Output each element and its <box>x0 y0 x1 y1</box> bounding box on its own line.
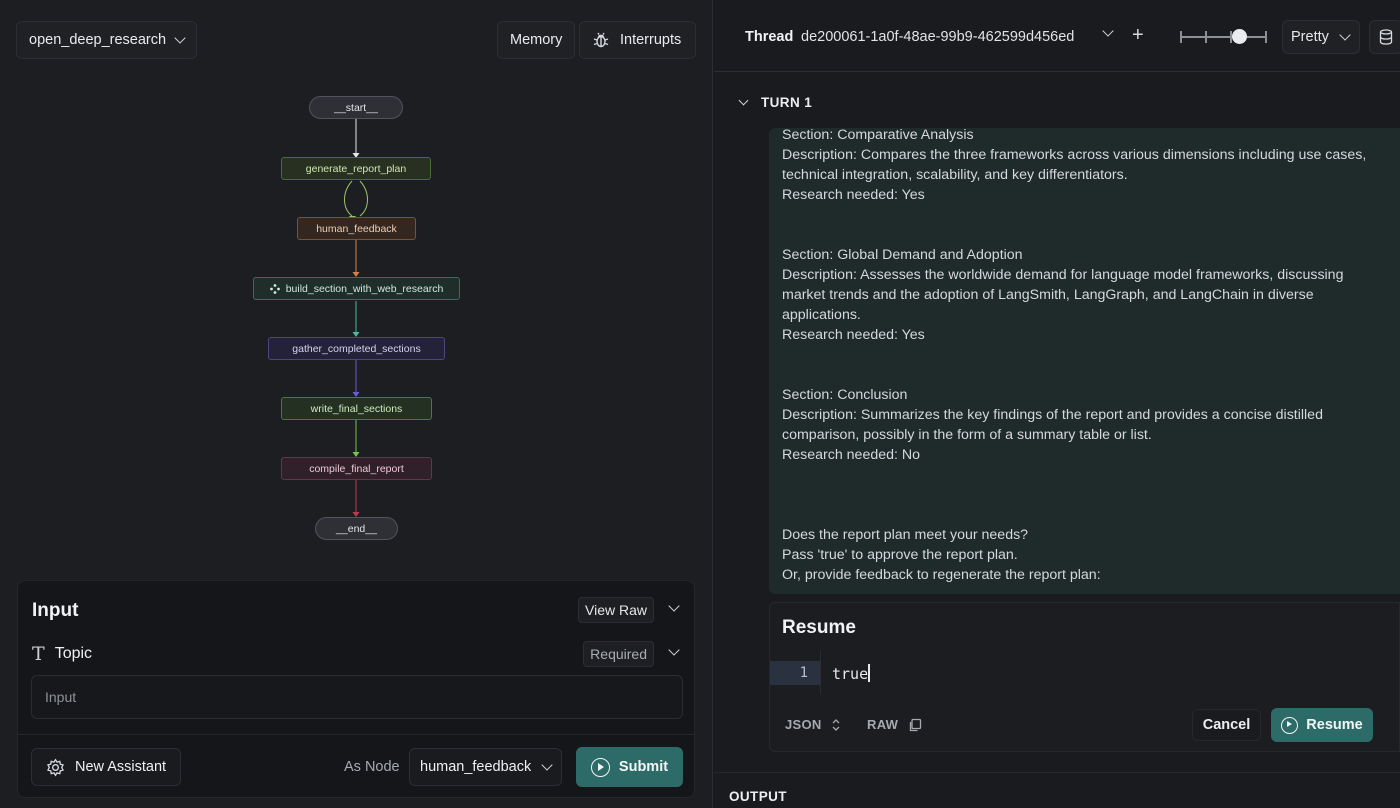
graph-node-write-final-sections[interactable]: write_final_sections <box>281 397 432 420</box>
interrupts-label: Interrupts <box>620 32 682 48</box>
resume-button[interactable]: Resume <box>1271 708 1373 742</box>
format-raw-label: RAW <box>867 717 899 732</box>
graph-node-end[interactable]: __end__ <box>315 517 398 540</box>
submit-label: Submit <box>618 759 669 775</box>
subgraph-icon <box>269 283 280 294</box>
thread-toolbar: Thread de200061-1a0f-48ae-99b9-462599d45… <box>714 0 1400 72</box>
graph-selector[interactable]: open_deep_research <box>16 21 198 59</box>
view-mode-value: Pretty <box>1291 29 1329 45</box>
database-icon <box>1379 29 1393 45</box>
text-caret <box>868 664 870 682</box>
graph-node-human-feedback[interactable]: human_feedback <box>297 217 416 240</box>
slider-knob[interactable] <box>1232 29 1247 44</box>
play-icon <box>1281 716 1299 734</box>
chevron-down-icon <box>174 32 186 44</box>
chevron-down-icon[interactable] <box>668 644 680 656</box>
thread-panel: Thread de200061-1a0f-48ae-99b9-462599d45… <box>714 0 1400 808</box>
plus-icon[interactable]: + <box>1132 24 1144 47</box>
input-title: Input <box>32 600 79 621</box>
graph-canvas[interactable]: __start__ generate_report_plan human_fee… <box>0 80 713 570</box>
turn-header[interactable]: TURN 1 <box>738 95 813 110</box>
as-node-select[interactable]: human_feedback <box>409 748 563 786</box>
chevron-down-icon <box>541 759 553 771</box>
history-slider[interactable] <box>1180 29 1267 44</box>
view-raw-button[interactable]: View Raw <box>578 597 654 623</box>
resume-editor-value: true <box>832 665 869 683</box>
graph-panel: open_deep_research Memory Interrupts __s… <box>0 0 713 808</box>
view-mode-select[interactable]: Pretty <box>1282 20 1360 54</box>
database-button[interactable] <box>1369 20 1400 54</box>
new-assistant-label: New Assistant <box>75 759 167 775</box>
graph-node-build-section-with-web-research[interactable]: build_section_with_web_research <box>253 277 460 300</box>
interrupts-button[interactable]: Interrupts <box>579 21 696 59</box>
resume-card: Resume 1 true JSON RAW Cancel Resume <box>769 602 1400 752</box>
chevron-down-icon <box>1339 29 1351 41</box>
sort-icon <box>832 718 840 731</box>
format-raw-toggle[interactable]: RAW <box>867 717 922 732</box>
graph-edges <box>344 119 368 517</box>
line-number: 1 <box>799 665 808 681</box>
format-json-label: JSON <box>785 717 822 732</box>
memory-button[interactable]: Memory <box>497 21 576 59</box>
gear-icon <box>47 757 64 777</box>
interrupt-message-text: Section: Comparative Analysis Descriptio… <box>782 128 1367 583</box>
text-type-icon: T <box>32 643 45 665</box>
divider <box>18 734 694 735</box>
new-assistant-button[interactable]: New Assistant <box>31 748 182 786</box>
graph-node-compile-final-report[interactable]: compile_final_report <box>281 457 432 480</box>
required-dropdown[interactable]: Required <box>583 641 654 667</box>
topic-field-label: T Topic <box>32 643 92 665</box>
resume-label: Resume <box>1306 717 1363 733</box>
turn-label: TURN 1 <box>761 95 813 110</box>
divider <box>714 772 1400 773</box>
app-root: open_deep_research Memory Interrupts __s… <box>0 0 1400 808</box>
format-json-toggle[interactable]: JSON <box>785 717 840 732</box>
editor-gutter: 1 <box>770 661 820 685</box>
submit-button[interactable]: Submit <box>576 747 683 787</box>
memory-label: Memory <box>510 32 563 48</box>
as-node-value: human_feedback <box>420 759 532 775</box>
topic-label: Topic <box>54 645 93 662</box>
thread-id-selector[interactable]: de200061-1a0f-48ae-99b9-462599d456ed <box>801 29 1074 45</box>
resume-title: Resume <box>782 617 856 638</box>
graph-node-label: build_section_with_web_research <box>285 282 444 295</box>
chevron-down-icon[interactable] <box>1102 25 1114 37</box>
graph-toolbar: open_deep_research Memory Interrupts <box>0 0 713 78</box>
input-card: Input View Raw T Topic Required Input Ne… <box>17 580 695 798</box>
cancel-button[interactable]: Cancel <box>1192 709 1261 741</box>
topic-input[interactable]: Input <box>31 675 683 719</box>
graph-node-start[interactable]: __start__ <box>309 96 403 119</box>
interrupt-message: Section: Comparative Analysis Descriptio… <box>769 128 1400 594</box>
copy-icon <box>910 718 922 731</box>
divider <box>820 651 821 695</box>
graph-node-generate-report-plan[interactable]: generate_report_plan <box>281 157 431 180</box>
output-header[interactable]: OUTPUT <box>729 789 787 804</box>
chevron-down-icon <box>738 95 749 106</box>
thread-label: Thread <box>745 29 794 45</box>
graph-node-gather-completed-sections[interactable]: gather_completed_sections <box>268 337 445 360</box>
chevron-down-icon[interactable] <box>668 600 680 612</box>
as-node-label: As Node <box>344 759 400 775</box>
graph-name: open_deep_research <box>29 32 167 48</box>
resume-editor[interactable]: true <box>832 664 870 683</box>
play-icon <box>590 757 610 777</box>
bug-icon <box>593 32 609 48</box>
